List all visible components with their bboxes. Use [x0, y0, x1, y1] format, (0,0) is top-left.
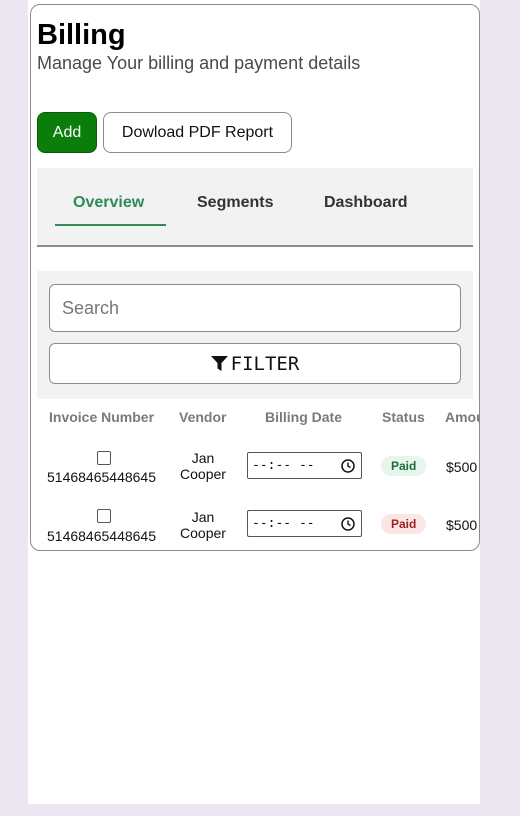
filter-button[interactable]: FILTER — [49, 343, 461, 384]
billing-date-input[interactable]: --:-- -- — [247, 452, 362, 479]
tab-dashboard[interactable]: Dashboard — [324, 194, 408, 212]
billing-date-input[interactable]: --:-- -- — [247, 510, 362, 537]
clock-icon[interactable] — [341, 459, 355, 473]
vendor-name: Jan Cooper — [180, 450, 226, 482]
tab-segments[interactable]: Segments — [197, 194, 273, 212]
invoice-number: 51468465448645 — [47, 469, 157, 485]
column-header-billing-date[interactable]: Billing Date — [265, 409, 342, 425]
column-header-vendor[interactable]: Vendor — [179, 409, 226, 425]
page-title: Billing — [37, 19, 126, 51]
amount: $500 — [446, 459, 478, 475]
tab-overview[interactable]: Overview — [73, 194, 144, 212]
row-checkbox[interactable] — [97, 451, 111, 465]
amount: $500 — [446, 517, 478, 533]
vendor-name: Jan Cooper — [180, 509, 226, 541]
column-header-status[interactable]: Status — [382, 409, 425, 425]
search-panel: FILTER — [37, 271, 473, 399]
invoice-table: Invoice Number Vendor Billing Date Statu… — [37, 399, 479, 549]
filter-label: FILTER — [230, 352, 300, 375]
tab-bar: Overview Segments Dashboard — [37, 168, 473, 247]
add-button[interactable]: Add — [37, 112, 97, 153]
status-badge: Paid — [381, 456, 427, 476]
funnel-icon — [210, 356, 228, 371]
page-subtitle: Manage Your billing and payment details — [37, 53, 361, 73]
search-input[interactable] — [49, 284, 461, 332]
page: Billing Manage Your billing and payment … — [28, 0, 480, 804]
download-pdf-button[interactable]: Dowload PDF Report — [103, 112, 292, 153]
status-badge: Paid — [381, 514, 427, 534]
clock-icon[interactable] — [341, 517, 355, 531]
billing-card: Billing Manage Your billing and payment … — [30, 4, 480, 551]
invoice-number: 51468465448645 — [47, 528, 157, 544]
column-header-amount[interactable]: Amount — [445, 409, 479, 425]
active-tab-indicator — [55, 224, 166, 226]
row-checkbox[interactable] — [97, 509, 111, 523]
column-header-invoice[interactable]: Invoice Number — [49, 409, 154, 425]
